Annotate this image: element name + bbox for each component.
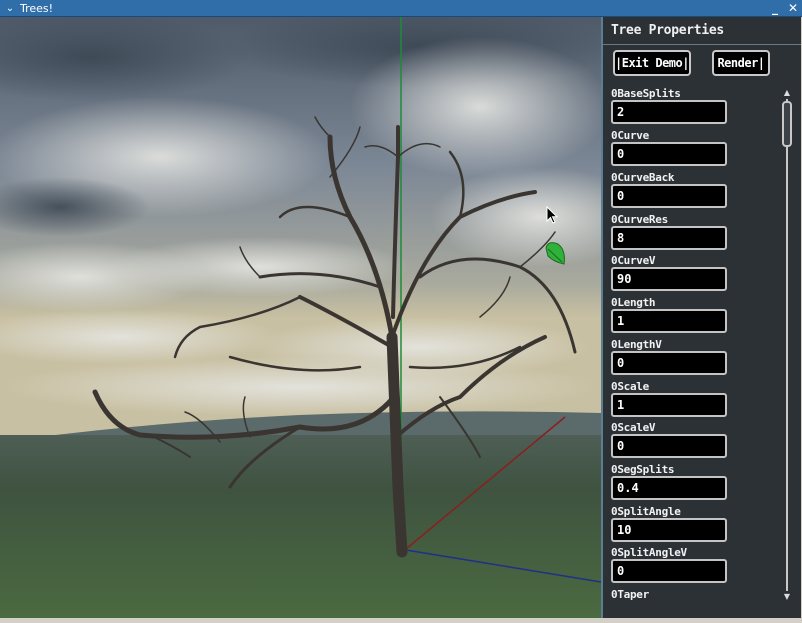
property-list: 0BaseSplits 2 0Curve 0 0CurveBack 0 0Cur… (603, 87, 779, 601)
property-input[interactable]: 0 (611, 434, 727, 458)
property-curve: 0Curve 0 (611, 129, 771, 166)
property-splitangle: 0SplitAngle 10 (611, 505, 771, 542)
property-length: 0Length 1 (611, 296, 771, 333)
property-basesplits: 0BaseSplits 2 (611, 87, 771, 124)
property-input[interactable]: 10 (611, 518, 727, 542)
property-scrollbar[interactable]: ▲ ▼ (780, 89, 794, 601)
property-scale: 0Scale 1 (611, 380, 771, 417)
property-curveres: 0CurveRes 8 (611, 213, 771, 250)
property-lengthv: 0LengthV 0 (611, 338, 771, 375)
property-label: 0CurveV (611, 254, 656, 267)
property-taper: 0Taper (611, 588, 771, 601)
property-label: 0Taper (611, 588, 649, 601)
minimize-button[interactable]: _ (768, 0, 782, 17)
property-input[interactable]: 0 (611, 351, 727, 375)
property-curvev: 0CurveV 90 (611, 254, 771, 291)
property-label: 0CurveRes (611, 213, 668, 226)
property-input[interactable]: 90 (611, 267, 727, 291)
property-label: 0CurveBack (611, 171, 675, 184)
property-splitanglev: 0SplitAngleV 0 (611, 546, 771, 583)
property-label: 0SplitAngleV (611, 546, 687, 559)
property-label: 0BaseSplits (611, 87, 681, 100)
exit-demo-button[interactable]: |Exit Demo| (613, 50, 691, 76)
tree-properties-panel: Tree Properties |Exit Demo| Render| 0Bas… (601, 17, 801, 618)
window-bottom-border (0, 618, 802, 623)
property-label: 0SegSplits (611, 463, 675, 476)
property-input[interactable]: 0 (611, 559, 727, 583)
property-input[interactable]: 8 (611, 226, 727, 250)
panel-divider (603, 44, 801, 45)
property-input[interactable]: 2 (611, 100, 727, 124)
scroll-up-icon[interactable]: ▲ (782, 89, 792, 97)
property-label: 0ScaleV (611, 421, 656, 434)
property-input[interactable]: 1 (611, 393, 727, 417)
scroll-down-icon[interactable]: ▼ (782, 593, 792, 601)
scroll-thumb[interactable] (782, 101, 792, 147)
render-button[interactable]: Render| (712, 50, 770, 76)
property-segsplits: 0SegSplits 0.4 (611, 463, 771, 500)
property-label: 0Length (611, 296, 656, 309)
property-input[interactable]: 1 (611, 309, 727, 333)
property-curveback: 0CurveBack 0 (611, 171, 771, 208)
scroll-track[interactable] (786, 99, 788, 591)
window-title-bar: ⌄ Trees! _ ✕ (0, 0, 802, 17)
tree-scene[interactable] (0, 17, 601, 618)
window-title: Trees! (20, 2, 54, 15)
close-button[interactable]: ✕ (786, 0, 800, 17)
property-label: 0Curve (611, 129, 649, 142)
property-input[interactable]: 0.4 (611, 476, 727, 500)
property-label: 0SplitAngle (611, 505, 681, 518)
property-input[interactable]: 0 (611, 142, 727, 166)
panel-title: Tree Properties (611, 23, 724, 38)
property-label: 0Scale (611, 380, 649, 393)
property-label: 0LengthV (611, 338, 662, 351)
window-menu-icon[interactable]: ⌄ (4, 0, 16, 17)
3d-viewport[interactable] (0, 17, 601, 618)
property-input[interactable]: 0 (611, 184, 727, 208)
property-scalev: 0ScaleV 0 (611, 421, 771, 458)
